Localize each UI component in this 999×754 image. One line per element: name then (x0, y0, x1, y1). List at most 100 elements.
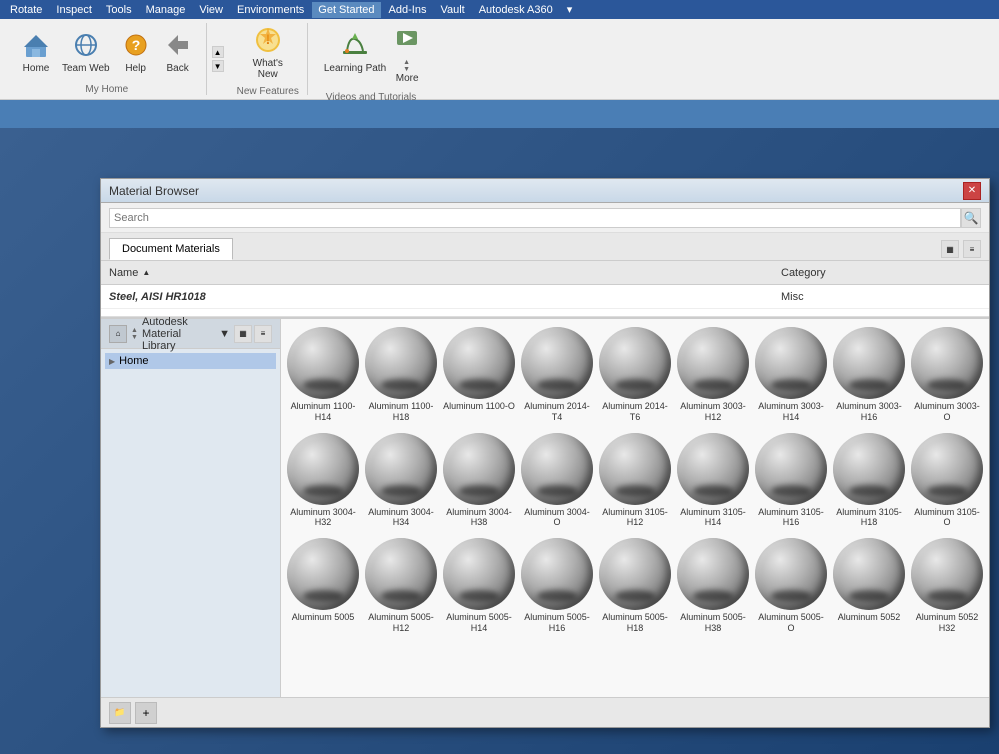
material-item-20[interactable]: Aluminum 5005-H14 (441, 534, 517, 638)
home-button[interactable]: Home (16, 27, 56, 76)
add-material-button[interactable]: 📁 (109, 702, 131, 724)
dialog-close-button[interactable]: ✕ (963, 182, 981, 200)
tab-list-icon[interactable]: ≡ (963, 240, 981, 258)
menu-view[interactable]: View (193, 2, 229, 18)
material-sphere-8 (911, 327, 983, 399)
tab-document-materials[interactable]: Document Materials (109, 238, 233, 260)
material-item-26[interactable]: Aluminum 5052 H32 (909, 534, 985, 638)
material-item-0[interactable]: Aluminum 1100-H14 (285, 323, 361, 427)
nav-down-button[interactable]: ▼ (131, 334, 138, 341)
tree-item-home[interactable]: ▶ Home (105, 353, 276, 369)
learning-path-button[interactable]: Learning Path (320, 27, 390, 76)
dialog-title-text: Material Browser (109, 184, 963, 198)
menu-rotate[interactable]: Rotate (4, 2, 48, 18)
material-item-12[interactable]: Aluminum 3004-O (519, 429, 595, 533)
material-label-15: Aluminum 3105-H16 (755, 507, 827, 529)
nav-view-icons: ▦ ≡ (234, 325, 272, 343)
material-item-8[interactable]: Aluminum 3003-O (909, 323, 985, 427)
more-section: ▲ ▼ More (392, 16, 422, 88)
material-item-6[interactable]: Aluminum 3003-H14 (753, 323, 829, 427)
material-item-1[interactable]: Aluminum 1100-H18 (363, 323, 439, 427)
material-item-24[interactable]: Aluminum 5005-O (753, 534, 829, 638)
material-item-22[interactable]: Aluminum 5005-H18 (597, 534, 673, 638)
material-sphere-6 (755, 327, 827, 399)
th-name: Name ▲ (109, 267, 781, 279)
nav-dropdown-icon: ▼ (219, 328, 230, 340)
td-category-0: Misc (781, 291, 981, 303)
menu-more[interactable]: ▾ (561, 1, 579, 18)
tree-home-label: Home (119, 355, 148, 367)
material-item-7[interactable]: Aluminum 3003-H16 (831, 323, 907, 427)
nav-scroll: ▲ ▼ (131, 327, 138, 341)
material-sphere-13 (599, 433, 671, 505)
material-grid-row-2: Aluminum 3004-H32 Aluminum 3004-H34 Alum… (285, 429, 985, 533)
th-category: Category (781, 267, 981, 279)
material-item-14[interactable]: Aluminum 3105-H14 (675, 429, 751, 533)
nav-grid-icon[interactable]: ▦ (234, 325, 252, 343)
menu-autodesk-a360[interactable]: Autodesk A360 (473, 2, 559, 18)
scroll-down-button[interactable]: ▼ (212, 60, 224, 72)
ribbon-group-newfeatures: ! What'sNew New Features (229, 23, 308, 95)
material-sphere-12 (521, 433, 593, 505)
material-item-17[interactable]: Aluminum 3105-O (909, 429, 985, 533)
help-icon: ? (120, 29, 152, 61)
material-item-13[interactable]: Aluminum 3105-H12 (597, 429, 673, 533)
material-item-21[interactable]: Aluminum 5005-H16 (519, 534, 595, 638)
material-label-1: Aluminum 1100-H18 (365, 401, 437, 423)
material-item-15[interactable]: Aluminum 3105-H16 (753, 429, 829, 533)
menu-manage[interactable]: Manage (140, 2, 192, 18)
material-sphere-22 (599, 538, 671, 610)
nav-list-icon[interactable]: ≡ (254, 325, 272, 343)
material-item-23[interactable]: Aluminum 5005-H38 (675, 534, 751, 638)
dialog-search-submit[interactable]: 🔍 (961, 208, 981, 228)
nav-up-button[interactable]: ▲ (131, 327, 138, 334)
material-item-4[interactable]: Aluminum 2014-T6 (597, 323, 673, 427)
dialog-search-bar: 🔍 (101, 203, 989, 233)
menu-vault[interactable]: Vault (434, 2, 470, 18)
material-label-19: Aluminum 5005-H12 (365, 612, 437, 634)
help-button[interactable]: ? Help (116, 27, 156, 76)
material-item-18[interactable]: Aluminum 5005 (285, 534, 361, 638)
browser-home-button[interactable]: ⌂ (109, 325, 127, 343)
team-web-button[interactable]: Team Web (58, 27, 114, 76)
table-row-0[interactable]: Steel, AISI HR1018 Misc (101, 285, 989, 309)
dialog-bottom-bar: 📁 + (101, 697, 989, 727)
home-label: Home (23, 63, 50, 74)
toolbar: Rotate Inspect Tools Manage View Environ… (0, 0, 999, 100)
back-button[interactable]: Back (158, 27, 198, 76)
scroll-up-button[interactable]: ▲ (212, 46, 224, 58)
material-item-5[interactable]: Aluminum 3003-H12 (675, 323, 751, 427)
browser-nav-header: ⌂ ▲ ▼ Autodesk Material Library ▼ ▦ ≡ (101, 319, 280, 349)
material-sphere-25 (833, 538, 905, 610)
browser-tree: ▶ Home (101, 349, 280, 373)
material-item-9[interactable]: Aluminum 3004-H32 (285, 429, 361, 533)
material-item-10[interactable]: Aluminum 3004-H34 (363, 429, 439, 533)
menu-environments[interactable]: Environments (231, 2, 310, 18)
material-sphere-1 (365, 327, 437, 399)
more-up[interactable]: ▲ (403, 59, 411, 66)
material-sphere-9 (287, 433, 359, 505)
material-item-16[interactable]: Aluminum 3105-H18 (831, 429, 907, 533)
add-library-button[interactable]: + (135, 702, 157, 724)
menu-tools[interactable]: Tools (100, 2, 138, 18)
more-down[interactable]: ▼ (403, 66, 411, 73)
material-label-14: Aluminum 3105-H14 (677, 507, 749, 529)
more-button[interactable] (393, 19, 421, 59)
whats-new-label: What'sNew (253, 58, 283, 80)
material-item-11[interactable]: Aluminum 3004-H38 (441, 429, 517, 533)
tab-grid-icon[interactable]: ▦ (941, 240, 959, 258)
menu-inspect[interactable]: Inspect (50, 2, 97, 18)
material-browser-dialog: Material Browser ✕ 🔍 Document Materials … (100, 178, 990, 728)
material-item-19[interactable]: Aluminum 5005-H12 (363, 534, 439, 638)
material-grid-row-3: Aluminum 5005 Aluminum 5005-H12 Aluminum… (285, 534, 985, 638)
learning-path-label: Learning Path (324, 63, 386, 74)
dialog-search-input[interactable] (109, 208, 961, 228)
whats-new-button[interactable]: ! What'sNew (248, 22, 288, 82)
material-item-2[interactable]: Aluminum 1100-O (441, 323, 517, 427)
material-sphere-4 (599, 327, 671, 399)
material-sphere-19 (365, 538, 437, 610)
material-item-3[interactable]: Aluminum 2014-T4 (519, 323, 595, 427)
material-sphere-20 (443, 538, 515, 610)
browser-section: ⌂ ▲ ▼ Autodesk Material Library ▼ ▦ ≡ ▶ … (101, 317, 989, 697)
material-item-25[interactable]: Aluminum 5052 (831, 534, 907, 638)
